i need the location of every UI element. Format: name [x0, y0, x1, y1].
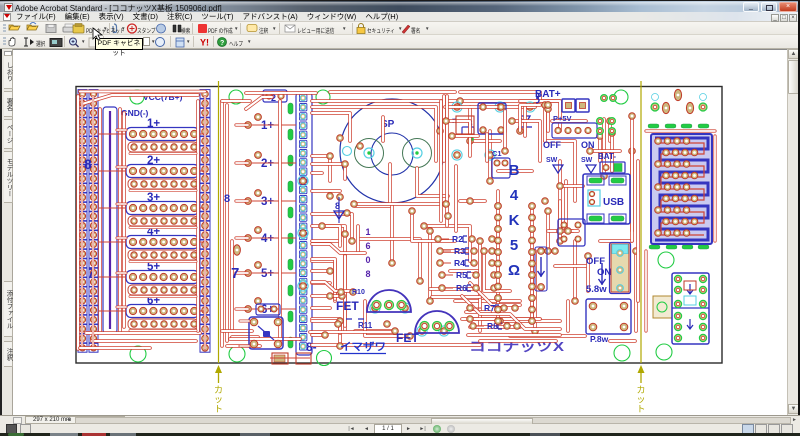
svg-text:7: 7 [231, 265, 239, 282]
svg-text:USB: USB [603, 197, 624, 208]
svg-text:R2: R2 [452, 234, 463, 244]
svg-text:Ω: Ω [508, 262, 520, 279]
svg-text:ON: ON [597, 267, 611, 278]
svg-text:P.8w: P.8w [590, 334, 609, 344]
svg-text:BAT-: BAT- [598, 152, 616, 161]
svg-text:SW: SW [581, 157, 593, 164]
svg-text:R7: R7 [484, 303, 495, 313]
svg-text:8-: 8- [306, 340, 317, 354]
svg-text:C1: C1 [492, 149, 502, 158]
svg-text:8: 8 [84, 156, 92, 172]
svg-text:2+: 2+ [147, 155, 160, 167]
svg-text:5: 5 [510, 237, 518, 254]
svg-text:R5: R5 [456, 270, 467, 280]
svg-text:BAT+: BAT+ [535, 89, 561, 100]
svg-text:1: 1 [365, 227, 370, 237]
svg-text:?: ? [220, 40, 224, 47]
svg-text:R4: R4 [454, 258, 465, 268]
svg-text:5.8w: 5.8w [586, 284, 607, 295]
svg-text:B: B [509, 162, 520, 179]
svg-text:5+: 5+ [261, 268, 274, 280]
svg-text:カ: カ [214, 385, 223, 395]
svg-text:R3: R3 [454, 246, 465, 256]
svg-text:K: K [509, 212, 520, 229]
svg-text:Y!: Y! [200, 38, 209, 48]
svg-text:ト: ト [214, 404, 223, 414]
svg-text:R6: R6 [456, 283, 467, 293]
svg-text:ON: ON [581, 140, 595, 150]
svg-text:4: 4 [510, 187, 519, 204]
svg-text:FET: FET [396, 331, 419, 345]
svg-text:8: 8 [224, 193, 230, 205]
svg-text:ッ: ッ [214, 395, 223, 405]
svg-text:6: 6 [365, 241, 370, 251]
svg-text:8: 8 [365, 269, 370, 279]
svg-text:OFF: OFF [586, 256, 605, 267]
svg-text:0: 0 [365, 255, 370, 265]
svg-text:1+: 1+ [261, 120, 274, 132]
svg-text:1+: 1+ [147, 118, 160, 130]
svg-text:ッ: ッ [636, 395, 645, 405]
svg-text:3+: 3+ [147, 192, 160, 204]
svg-text:R11: R11 [358, 321, 373, 330]
svg-text:R10: R10 [352, 289, 365, 296]
svg-text:4+: 4+ [261, 233, 274, 245]
svg-text:OFF: OFF [543, 140, 561, 150]
svg-text:P+5V: P+5V [553, 114, 572, 123]
svg-text:3+: 3+ [261, 196, 274, 208]
svg-text:SW: SW [546, 157, 558, 164]
svg-text:FET: FET [336, 299, 359, 313]
svg-text:カ: カ [636, 385, 645, 395]
svg-text:イマザワ: イマザワ [340, 341, 386, 353]
svg-text:ト: ト [636, 404, 645, 414]
svg-text:2+: 2+ [261, 158, 274, 170]
